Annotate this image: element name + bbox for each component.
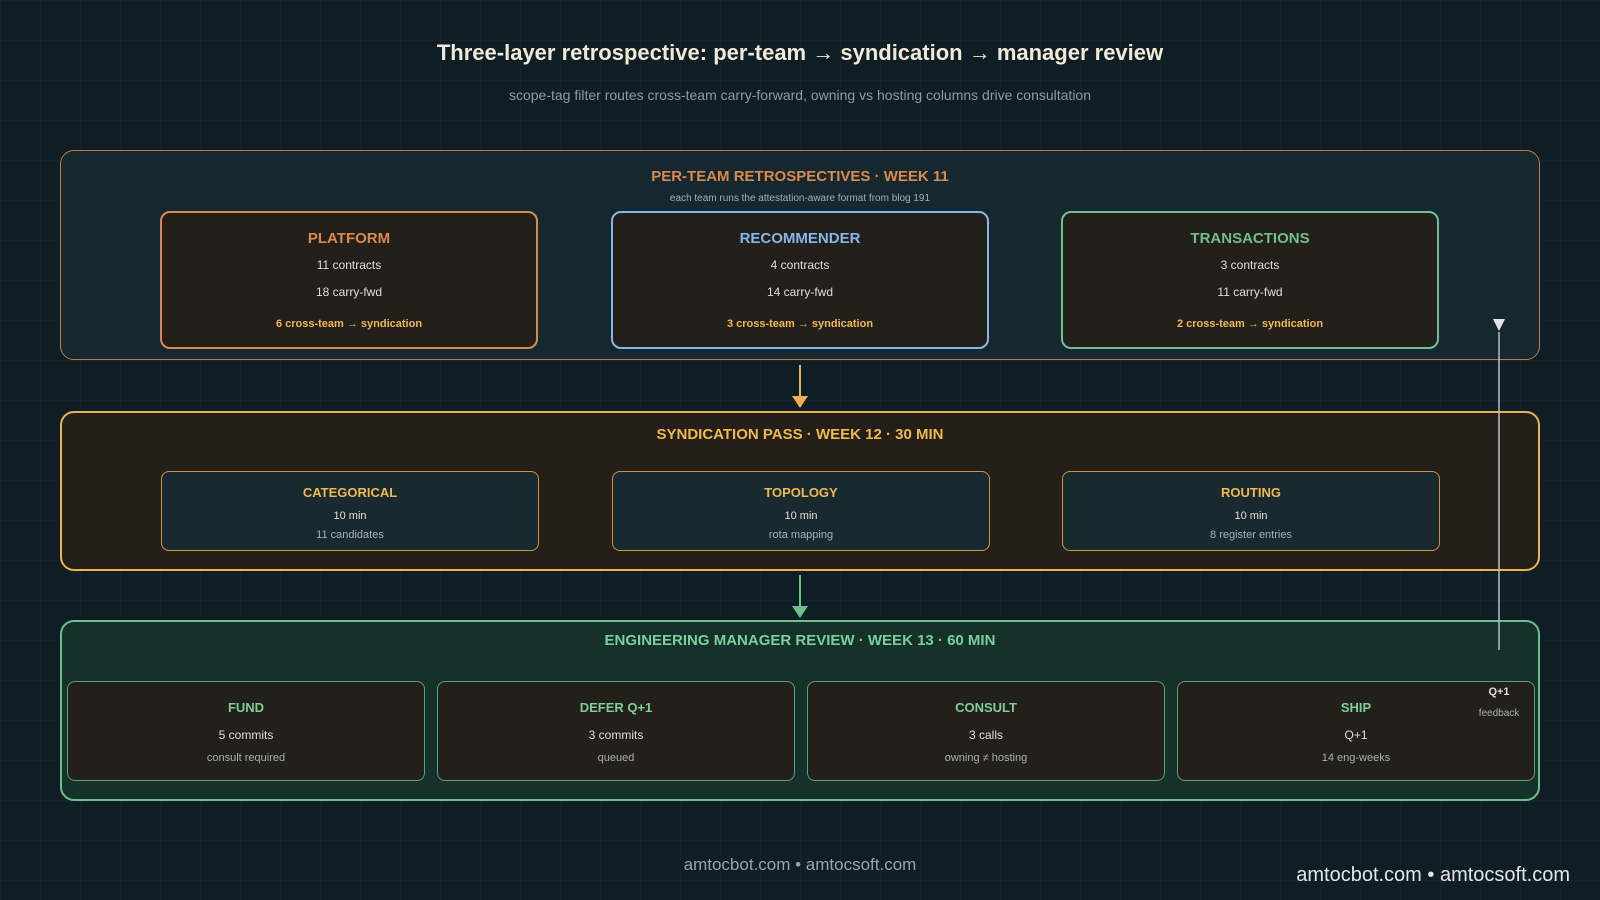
connectors-layer xyxy=(792,319,1505,650)
feedback-note: feedback xyxy=(1478,708,1520,719)
feedback-label: Q+1 xyxy=(1488,686,1510,698)
footer-right-links: amtocbot.com • amtocsoft.com xyxy=(1296,864,1570,886)
arrow-per-team-to-syndication xyxy=(792,365,808,408)
arrow-syndication-to-manager xyxy=(792,575,808,618)
feedback-loop-line xyxy=(1493,319,1505,650)
